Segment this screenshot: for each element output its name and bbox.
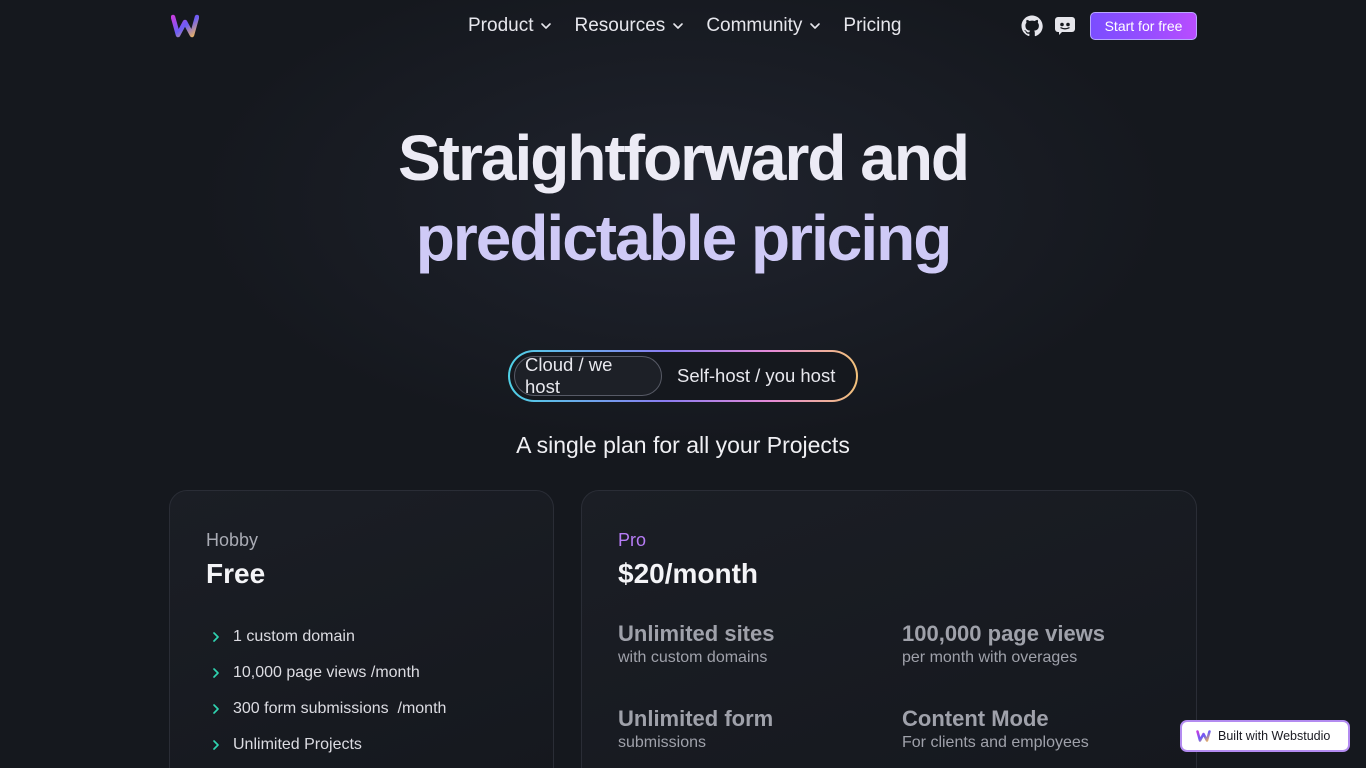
chevron-down-icon — [810, 23, 821, 29]
pro-feature: Unlimited form submissions — [618, 706, 773, 752]
chevron-right-icon — [213, 632, 219, 642]
page-title-line-1: Straightforward and — [397, 122, 970, 194]
discord-icon[interactable] — [1053, 14, 1077, 38]
toggle-option-cloud[interactable]: Cloud / we host — [514, 354, 662, 397]
plan-name: Pro — [618, 530, 647, 550]
nav-item-label: Resources — [574, 15, 666, 36]
section-subtitle: A single plan for all your Projects — [516, 432, 850, 458]
badge-label: Built with Webstudio — [1218, 729, 1331, 743]
page-title: Straightforward and predictable pricing — [0, 118, 1366, 278]
pro-feature-subtitle: For clients and employees — [902, 734, 1089, 751]
nav-item-pricing[interactable]: Pricing — [843, 13, 901, 39]
feature-item: Unlimited Projects — [210, 727, 446, 763]
hosting-toggle: Cloud / we host Self-host / you host — [508, 350, 858, 402]
pro-feature-subtitle: per month with overages — [902, 649, 1078, 666]
chevron-down-icon — [673, 23, 684, 29]
chevron-down-icon — [541, 23, 552, 29]
pro-feature-title: Content Mode — [902, 706, 1049, 731]
nav-item-label: Product — [468, 15, 534, 36]
nav-item-product[interactable]: Product — [468, 13, 552, 39]
nav-item-label: Community — [706, 15, 803, 36]
pro-feature: 100,000 page views per month with overag… — [902, 621, 1105, 667]
chevron-right-icon — [213, 668, 219, 678]
chevron-right-icon — [213, 704, 219, 714]
plan-card-hobby: Hobby Free 1 custom domain 10,000 page v… — [169, 490, 554, 768]
feature-item: 10,000 page views /month — [210, 655, 446, 691]
nav-item-resources[interactable]: Resources — [574, 13, 684, 39]
nav-menu: Product Resources Community Pricing — [468, 13, 901, 39]
webstudio-logo-icon — [1196, 730, 1211, 742]
built-with-webstudio-badge[interactable]: Built with Webstudio — [1180, 720, 1350, 752]
chevron-right-icon — [213, 740, 219, 750]
plan-name: Hobby — [206, 530, 259, 550]
start-for-free-button[interactable]: Start for free — [1090, 12, 1197, 40]
plan-price: Free — [206, 558, 266, 589]
feature-text: 10,000 page views /month — [233, 664, 420, 681]
feature-text: 300 form submissions /month — [233, 700, 447, 717]
feature-list: 1 custom domain 10,000 page views /month… — [210, 619, 446, 763]
plan-price: $20/month — [618, 558, 759, 589]
top-nav: Product Resources Community Pricing Star… — [0, 0, 1366, 52]
pro-feature: Content Mode For clients and employees — [902, 706, 1089, 752]
webstudio-logo-icon[interactable] — [171, 14, 199, 38]
feature-item: 1 custom domain — [210, 619, 446, 655]
pro-feature-subtitle: with custom domains — [618, 649, 768, 666]
nav-item-label: Pricing — [843, 15, 902, 36]
plan-card-pro: Pro $20/month Unlimited sites with custo… — [581, 490, 1197, 768]
feature-text: 1 custom domain — [233, 628, 355, 645]
pro-feature-title: Unlimited sites — [618, 621, 775, 646]
nav-item-community[interactable]: Community — [706, 13, 821, 39]
pro-feature-title: 100,000 page views — [902, 621, 1106, 646]
github-icon[interactable] — [1020, 14, 1044, 38]
pro-feature-subtitle: submissions — [618, 734, 707, 751]
page-title-line-2: predictable pricing — [415, 202, 953, 274]
toggle-option-self-host[interactable]: Self-host / you host — [662, 356, 835, 396]
feature-item: 300 form submissions /month — [210, 691, 446, 727]
pro-feature-title: Unlimited form — [618, 706, 774, 731]
pro-feature: Unlimited sites with custom domains — [618, 621, 774, 667]
hosting-toggle-track: Cloud / we host Self-host / you host — [510, 352, 856, 400]
feature-text: Unlimited Projects — [233, 736, 362, 753]
